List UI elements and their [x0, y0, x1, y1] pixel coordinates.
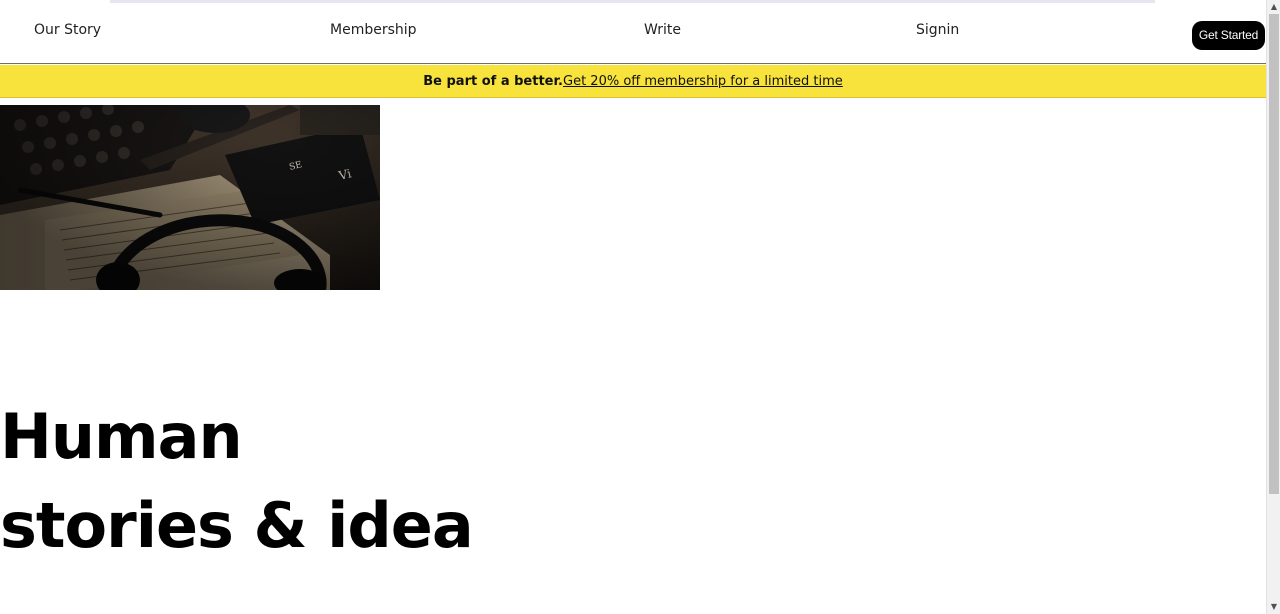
promo-bold-text: Be part of a better.	[423, 74, 563, 89]
vertical-scrollbar[interactable]: ▲ ▼	[1266, 0, 1280, 614]
hero-headline: Human stories & idea	[0, 392, 474, 570]
promo-banner: Be part of a better.Get 20% off membersh…	[0, 65, 1266, 98]
get-started-button[interactable]: Get Started	[1192, 21, 1265, 50]
nav-our-story-link[interactable]: Our Story	[34, 22, 101, 38]
hero-photo-illustration: Vi SE	[0, 105, 380, 290]
hero-headline-line1: Human	[0, 400, 243, 473]
browser-top-strip	[110, 0, 1155, 3]
nav-write-link[interactable]: Write	[644, 22, 681, 38]
site-header: Our Story Membership Write Signin Get St…	[0, 4, 1266, 64]
hero-photo: Vi SE	[0, 105, 380, 290]
promo-membership-link[interactable]: Get 20% off membership for a limited tim…	[563, 74, 843, 89]
page: Our Story Membership Write Signin Get St…	[0, 0, 1280, 614]
nav-membership-link[interactable]: Membership	[330, 22, 417, 38]
scrollbar-thumb[interactable]	[1269, 14, 1279, 494]
hero-headline-line2: stories & idea	[0, 489, 474, 562]
nav-signin-link[interactable]: Signin	[916, 22, 959, 38]
scroll-down-arrow-icon[interactable]: ▼	[1267, 600, 1280, 614]
scroll-up-arrow-icon[interactable]: ▲	[1267, 0, 1280, 14]
